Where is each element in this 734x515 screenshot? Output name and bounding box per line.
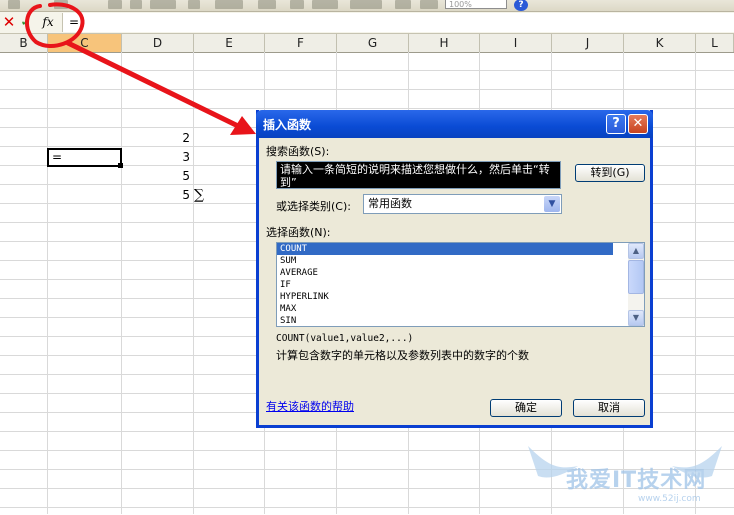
watermark-text: 我爱IT技术网 (566, 468, 707, 493)
cell-d8[interactable]: 5 (130, 188, 190, 202)
toolbar-icon[interactable] (8, 0, 20, 9)
goto-button[interactable]: 转到(G) (575, 164, 645, 182)
list-item[interactable]: COUNT (277, 243, 613, 255)
column-header-k[interactable]: K (624, 34, 696, 52)
column-header-i[interactable]: I (480, 34, 552, 52)
toolbar-icon[interactable] (108, 0, 122, 9)
help-icon[interactable]: ? (514, 0, 528, 11)
chevron-down-icon[interactable]: ▼ (544, 196, 560, 212)
toolbar-icon[interactable] (350, 0, 382, 9)
function-list-label: 选择函数(N): (266, 226, 331, 239)
list-scrollbar[interactable]: ▲ ▼ (628, 243, 644, 326)
list-item[interactable]: SIN (277, 315, 644, 326)
column-header-g[interactable]: G (337, 34, 409, 52)
toolbar-icon[interactable] (258, 0, 276, 9)
formula-bar: ✕ ✓ fx = (0, 12, 734, 34)
category-label: 或选择类别(C): (276, 200, 351, 213)
function-list[interactable]: COUNT SUM AVERAGE IF HYPERLINK MAX SIN ▲… (276, 242, 645, 327)
toolbar-icon[interactable] (215, 0, 243, 9)
cancel-icon[interactable]: ✕ (2, 14, 16, 30)
ok-button[interactable]: 确定 (490, 399, 562, 417)
column-header-l[interactable]: L (696, 34, 734, 52)
column-header-h[interactable]: H (409, 34, 480, 52)
function-description: 计算包含数字的单元格以及参数列表中的数字的个数 (276, 349, 529, 362)
list-item[interactable]: AVERAGE (277, 267, 644, 279)
zoom-select[interactable]: 100% (445, 0, 507, 9)
column-header-f[interactable]: F (265, 34, 337, 52)
dialog-close-button[interactable]: ✕ (628, 114, 648, 134)
scroll-up-icon[interactable]: ▲ (628, 243, 644, 259)
function-help-link[interactable]: 有关该函数的帮助 (266, 398, 354, 414)
toolbar-icon[interactable] (395, 0, 411, 9)
toolbar-icon[interactable] (312, 0, 338, 9)
function-syntax: COUNT(value1,value2,...) (276, 333, 414, 344)
cell-d5[interactable]: 2 (130, 131, 190, 145)
search-input[interactable]: 请输入一条简短的说明来描述您想做什么，然后单击“转到” (276, 161, 561, 189)
column-header-j[interactable]: J (552, 34, 624, 52)
insert-function-dialog: 插入函数 ? ✕ 搜索函数(S): 请输入一条简短的说明来描述您想做什么，然后单… (256, 110, 653, 428)
column-header-b[interactable]: B (0, 34, 48, 52)
toolbar-icon[interactable] (188, 0, 200, 9)
cancel-button[interactable]: 取消 (573, 399, 645, 417)
toolbar: 100% ? (0, 0, 734, 12)
dialog-title: 插入函数 (263, 118, 312, 132)
list-item[interactable]: MAX (277, 303, 644, 315)
toolbar-icon[interactable] (150, 0, 176, 9)
sigma-icon: ∑ (194, 187, 204, 203)
column-header-e[interactable]: E (194, 34, 265, 52)
dialog-help-button[interactable]: ? (606, 114, 626, 134)
category-select[interactable]: 常用函数 ▼ (363, 194, 562, 214)
fill-handle[interactable] (118, 163, 123, 168)
watermark-logo: 我爱IT技术网 www.52ij.com (518, 436, 732, 512)
toolbar-icon[interactable] (130, 0, 142, 9)
column-header-c[interactable]: C (48, 34, 122, 52)
cell-d7[interactable]: 5 (130, 169, 190, 183)
search-label: 搜索函数(S): (266, 145, 330, 158)
enter-icon[interactable]: ✓ (19, 14, 33, 30)
scroll-thumb[interactable] (628, 260, 644, 294)
category-value: 常用函数 (368, 197, 412, 210)
watermark-url: www.52ij.com (638, 494, 701, 504)
cell-d6[interactable]: 3 (130, 150, 190, 164)
scroll-down-icon[interactable]: ▼ (628, 310, 644, 326)
active-cell[interactable]: = (47, 148, 122, 167)
column-headers: B C D E F G H I J K L (0, 34, 734, 53)
insert-function-button[interactable]: fx (39, 14, 57, 30)
list-item[interactable]: HYPERLINK (277, 291, 644, 303)
column-header-d[interactable]: D (122, 34, 194, 52)
toolbar-icon[interactable] (420, 0, 438, 9)
toolbar-icon[interactable] (54, 0, 68, 9)
formula-input[interactable]: = (62, 13, 734, 32)
dialog-title-bar[interactable]: 插入函数 ? ✕ (256, 110, 653, 138)
toolbar-icon[interactable] (290, 0, 304, 9)
list-item[interactable]: SUM (277, 255, 644, 267)
list-item[interactable]: IF (277, 279, 644, 291)
